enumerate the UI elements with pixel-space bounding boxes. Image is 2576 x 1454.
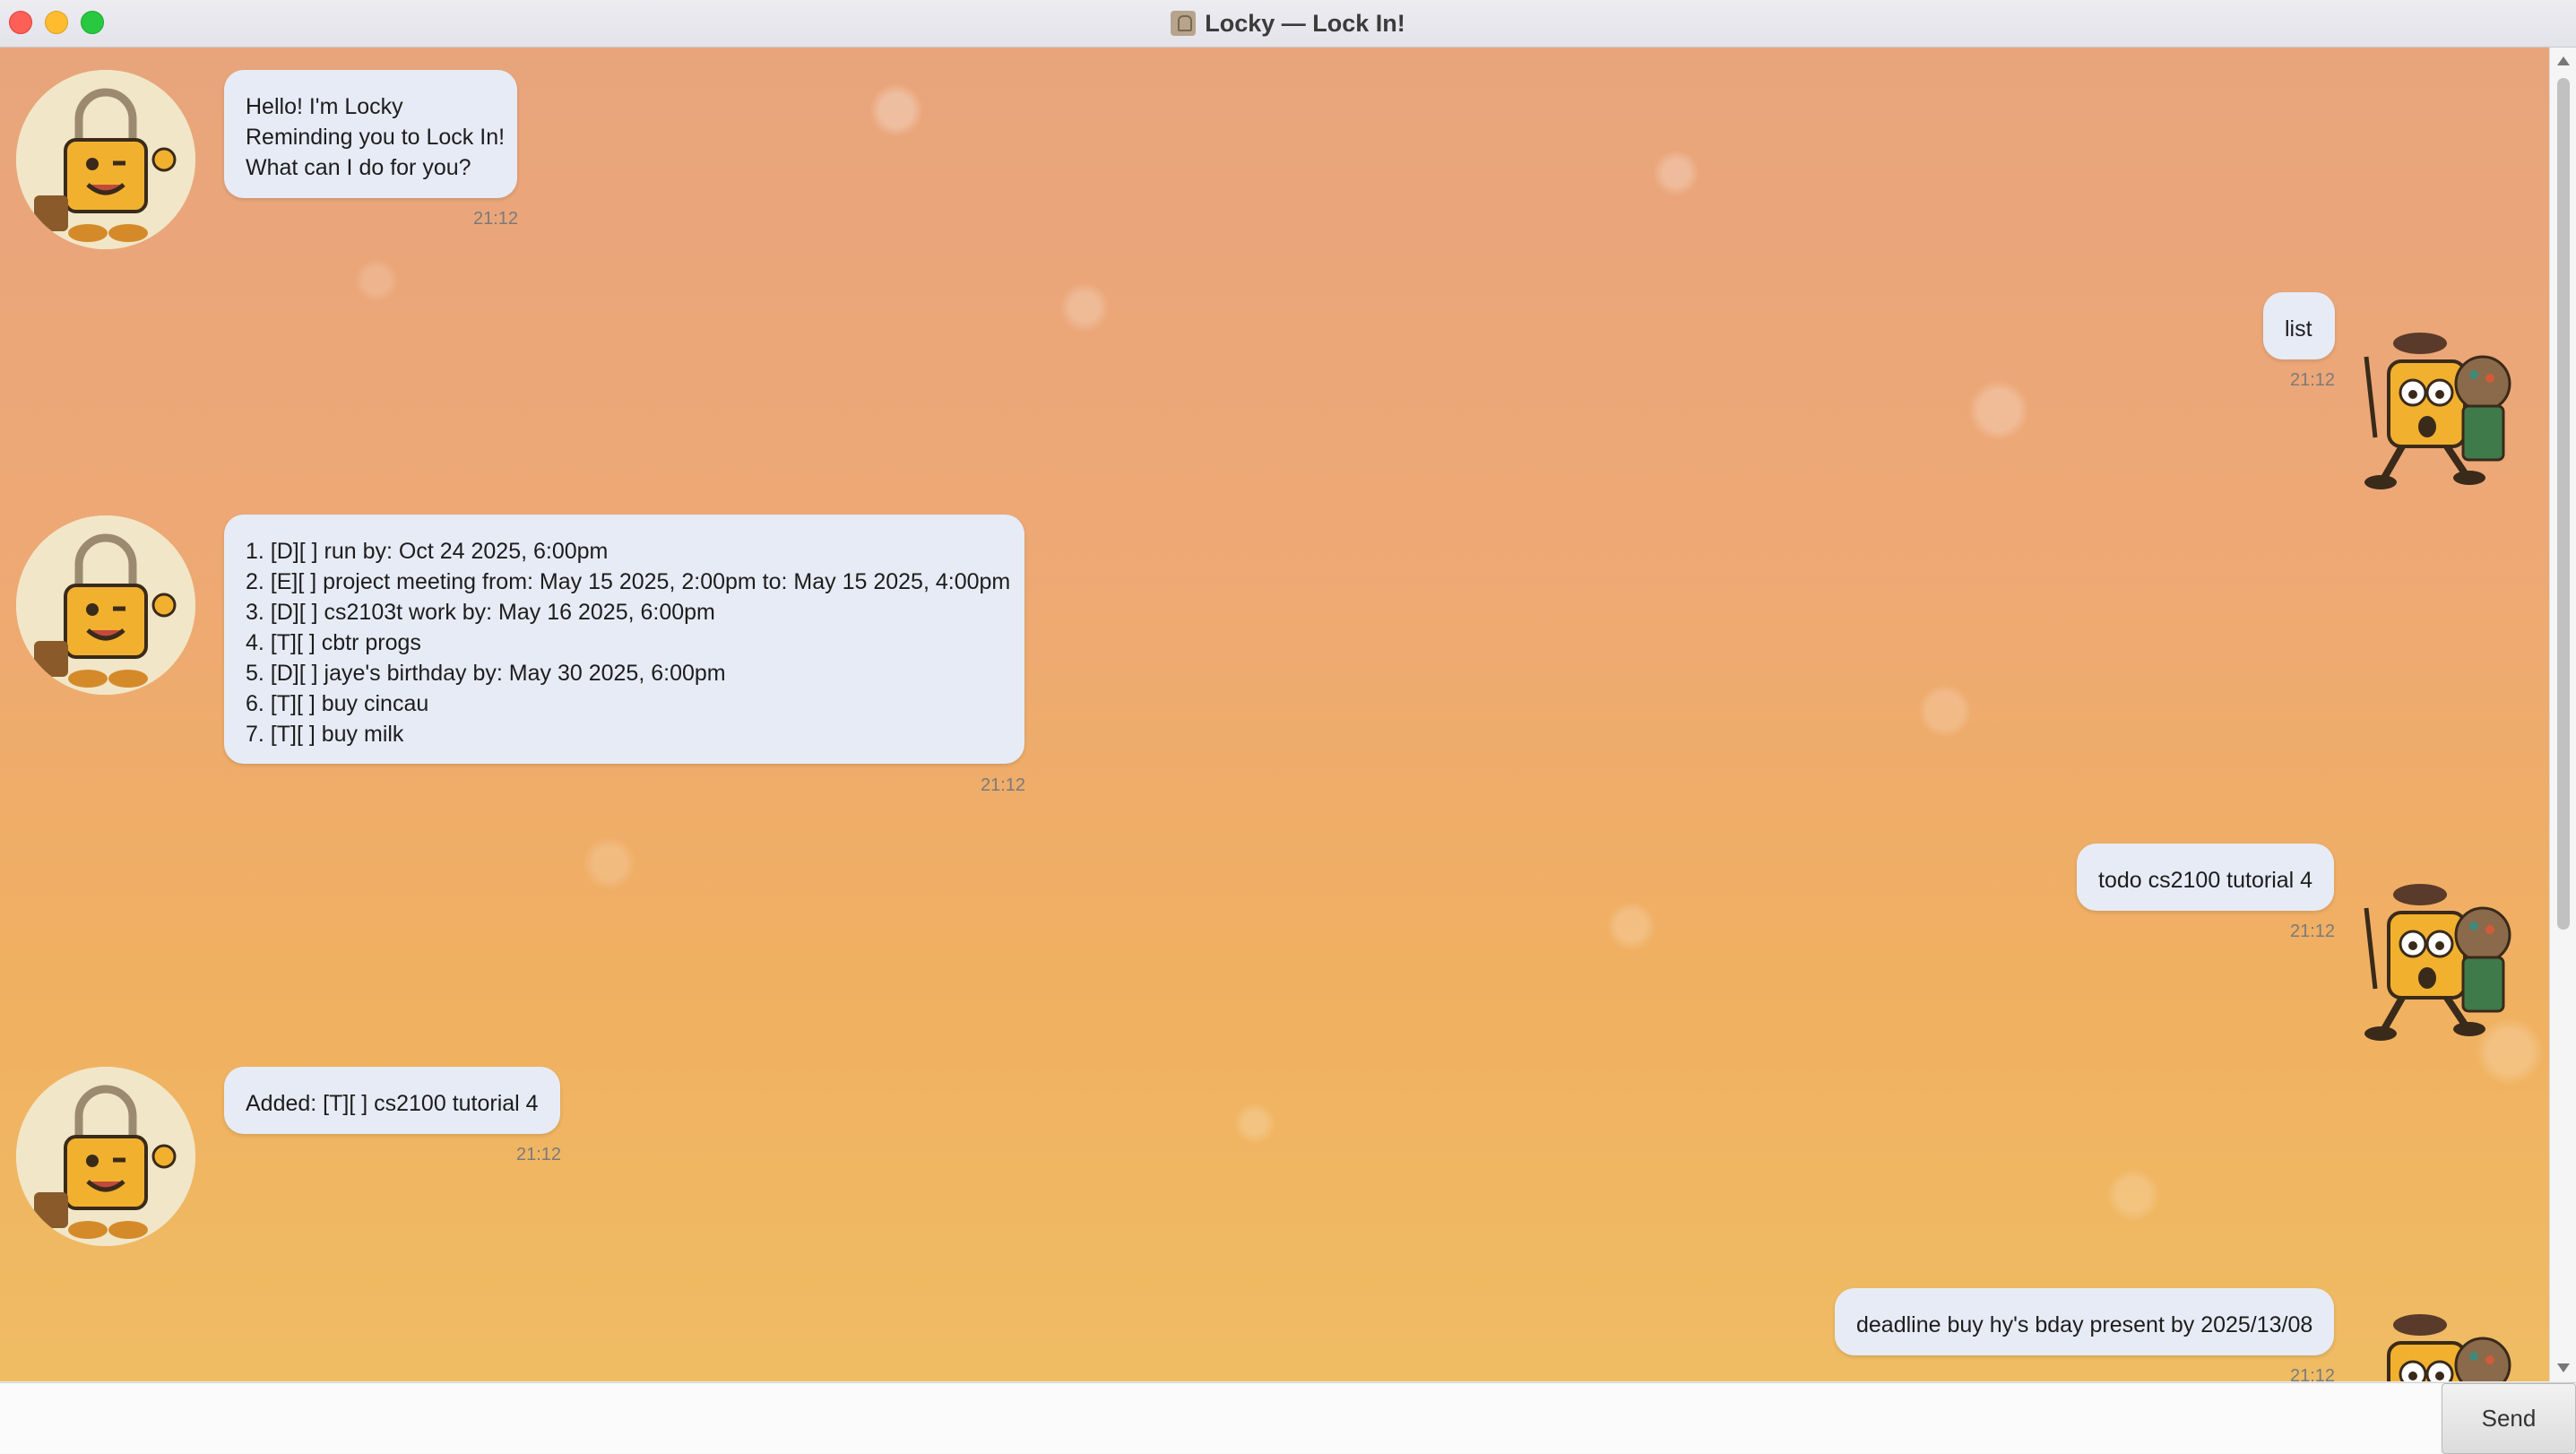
app-window: Locky — Lock In! Hello! I'm Locky Remind…	[0, 0, 2576, 1454]
locky-avatar	[16, 515, 195, 695]
message-input[interactable]	[0, 1383, 2440, 1453]
message-timestamp: 21:12	[2290, 922, 2336, 941]
send-button[interactable]: Send	[2442, 1383, 2576, 1454]
input-bar: Send	[0, 1382, 2576, 1454]
user-message-bubble: list	[2263, 292, 2335, 359]
message-timestamp: 21:12	[2290, 370, 2336, 390]
user-avatar	[2348, 321, 2528, 500]
scroll-up-arrow-icon[interactable]	[2557, 56, 2570, 65]
user-avatar	[2348, 872, 2528, 1052]
message-timestamp: 21:12	[473, 209, 519, 229]
bot-message-bubble: 1. [D][ ] run by: Oct 24 2025, 6:00pm 2.…	[224, 515, 1024, 764]
user-avatar	[2348, 1303, 2528, 1381]
scroll-down-arrow-icon[interactable]	[2557, 1363, 2570, 1372]
chat-area: Hello! I'm Locky Reminding you to Lock I…	[0, 48, 2549, 1381]
message-timestamp: 21:12	[516, 1145, 562, 1164]
bot-message-bubble: Added: [T][ ] cs2100 tutorial 4	[224, 1067, 560, 1134]
locky-avatar	[16, 1067, 195, 1246]
user-message-bubble: deadline buy hy's bday present by 2025/1…	[1835, 1288, 2334, 1355]
scrollbar-thumb[interactable]	[2557, 78, 2570, 930]
lock-app-icon	[1171, 11, 1197, 36]
locky-avatar	[16, 70, 195, 249]
message-timestamp: 21:12	[2290, 1366, 2336, 1381]
window-title: Locky — Lock In!	[1205, 9, 1405, 37]
user-message-bubble: todo cs2100 tutorial 4	[2077, 844, 2334, 911]
vertical-scrollbar[interactable]	[2549, 48, 2576, 1381]
message-timestamp: 21:12	[981, 775, 1026, 795]
title-bar: Locky — Lock In!	[0, 0, 2576, 48]
bot-message-bubble: Hello! I'm Locky Reminding you to Lock I…	[224, 70, 517, 198]
